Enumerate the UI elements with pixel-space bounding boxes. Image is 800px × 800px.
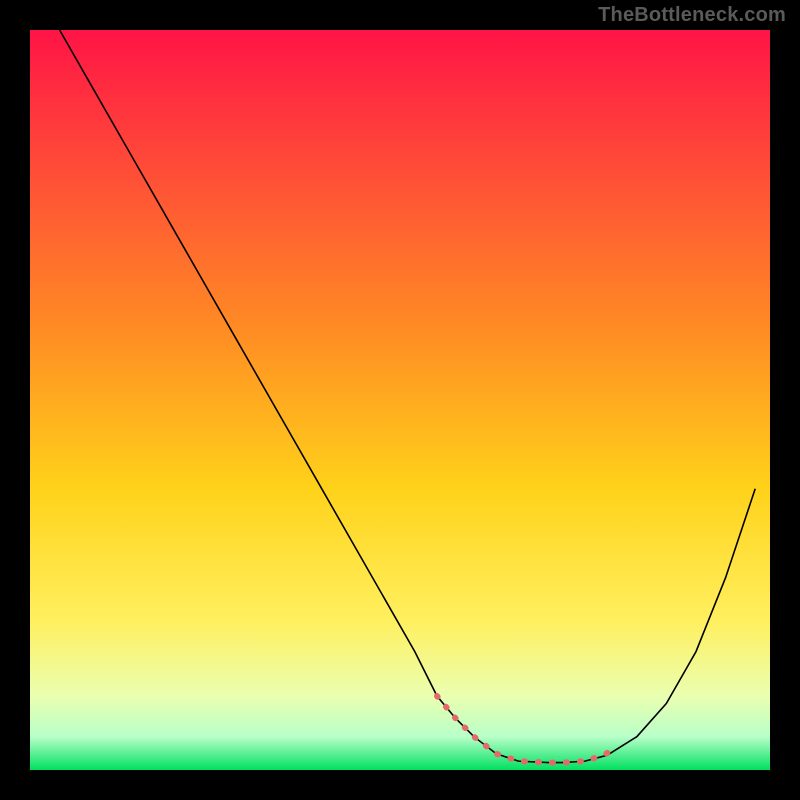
watermark-text: TheBottleneck.com xyxy=(598,4,786,27)
plot-area xyxy=(30,30,770,770)
gradient-background xyxy=(30,30,770,770)
chart-stage: TheBottleneck.com xyxy=(0,0,800,800)
plot-svg xyxy=(30,30,770,770)
